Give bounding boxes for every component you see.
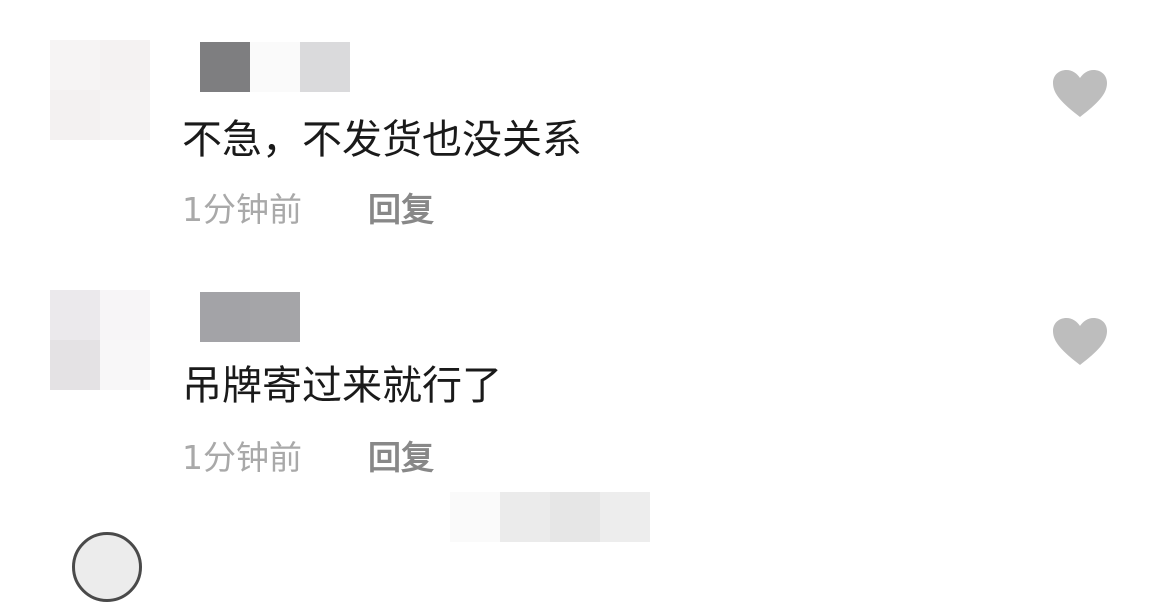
username[interactable] xyxy=(200,42,350,92)
comment-meta: 1分钟前 回复 xyxy=(182,438,434,478)
heart-icon xyxy=(1053,318,1107,365)
like-button[interactable] xyxy=(1052,317,1108,367)
heart-icon xyxy=(1053,70,1107,117)
like-button[interactable] xyxy=(1052,69,1108,119)
avatar[interactable] xyxy=(50,290,150,390)
comment-text: 不急，不发货也没关系 xyxy=(182,117,582,163)
avatar[interactable] xyxy=(50,40,150,140)
username[interactable] xyxy=(200,292,300,342)
username[interactable] xyxy=(450,492,650,542)
comment-meta: 1分钟前 回复 xyxy=(182,190,434,230)
avatar[interactable] xyxy=(72,532,142,602)
timestamp: 1分钟前 xyxy=(182,190,302,229)
reply-button[interactable]: 回复 xyxy=(368,438,434,478)
timestamp: 1分钟前 xyxy=(182,438,302,477)
reply-button[interactable]: 回复 xyxy=(368,190,434,230)
comment-text: 吊牌寄过来就行了 xyxy=(182,363,502,409)
